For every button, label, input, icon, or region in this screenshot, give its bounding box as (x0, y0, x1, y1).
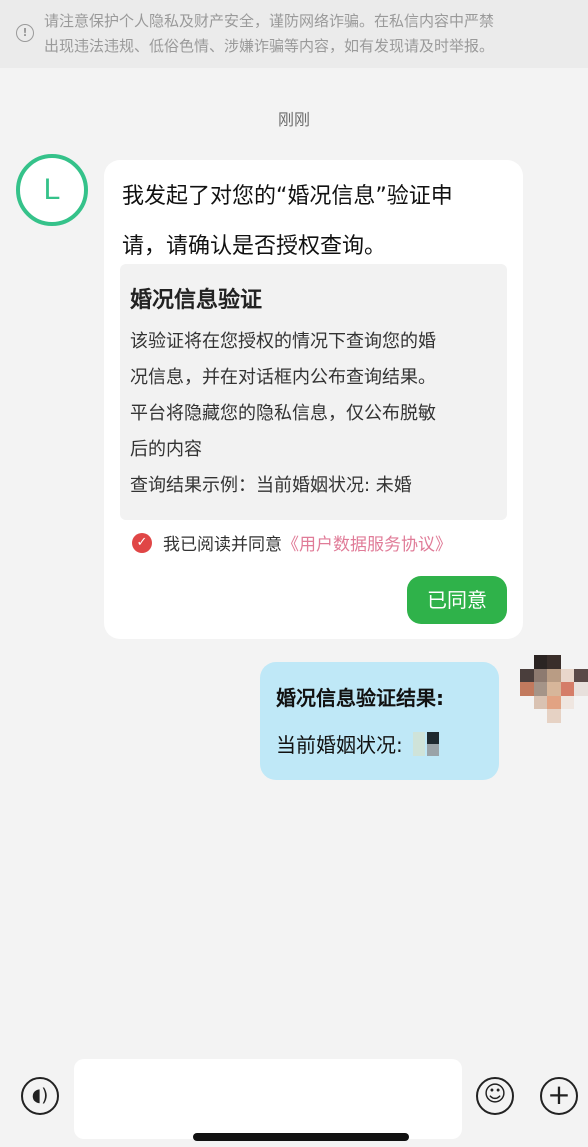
card-example: 查询结果示例：当前婚姻状况: 未婚 (130, 475, 412, 496)
card-body-line-2: 况信息，并在对话框内公布查询结果。 (130, 367, 436, 388)
avatar-pixel (574, 709, 588, 723)
avatar-pixel (520, 668, 534, 683)
avatar-pixel (520, 695, 534, 710)
result-title: 婚况信息验证结果: (276, 686, 444, 710)
avatar-pixel (533, 668, 548, 683)
avatar-pixel (547, 695, 561, 710)
card-body-line-1: 该验证将在您授权的情况下查询您的婚 (130, 331, 436, 352)
avatar-pixel (560, 668, 575, 683)
agreement-text: 我已阅读并同意 (163, 535, 282, 555)
notice-line-2: 出现违法违规、低俗色情、涉嫌诈骗等内容，如有发现请及时举报。 (44, 37, 495, 55)
avatar-pixel (560, 709, 575, 723)
avatar-pixel (547, 709, 561, 723)
avatar-pixel (533, 682, 548, 696)
avatar-pixel (574, 668, 588, 683)
message-timestamp: 刚刚 (277, 110, 310, 129)
user-avatar[interactable] (520, 655, 588, 723)
avatar-pixel (533, 695, 548, 710)
agreement-row[interactable]: ✓ 我已阅读并同意 《用户数据服务协议》 (132, 530, 452, 555)
redacted-pixel (426, 731, 439, 756)
avatar-pixel (574, 655, 588, 669)
sender-avatar[interactable]: L (16, 154, 88, 226)
message-input[interactable] (74, 1059, 462, 1139)
card-body-line-4: 后的内容 (130, 439, 202, 460)
request-text: 我发起了对您的“婚况信息”验证申 请，请确认是否授权查询。 (122, 172, 508, 272)
avatar-pixel (560, 655, 575, 669)
request-text-line-1: 我发起了对您的“婚况信息”验证申 (122, 184, 453, 209)
avatar-pixel (574, 682, 588, 696)
notice-line-1: 请注意保护个人隐私及财产安全，谨防网络诈骗。在私信内容中严禁 (44, 12, 495, 30)
verification-info-card: 婚况信息验证 该验证将在您授权的情况下查询您的婚 况信息，并在对话框内公布查询结… (120, 264, 507, 520)
avatar-pixel (547, 668, 561, 683)
avatar-pixel (574, 695, 588, 710)
result-status-label: 当前婚姻状况: (276, 733, 403, 757)
result-status-line: 当前婚姻状况: (276, 729, 439, 758)
avatar-pixel (520, 709, 534, 723)
emoji-icon[interactable]: ☺ (476, 1077, 514, 1115)
voice-icon[interactable]: ◖) (21, 1077, 59, 1115)
redacted-pixel (412, 731, 425, 756)
avatar-pixel (560, 682, 575, 696)
agreement-link[interactable]: 《用户数据服务协议》 (282, 530, 452, 555)
verification-result-bubble: 婚况信息验证结果: 当前婚姻状况: (260, 662, 499, 780)
avatar-pixel (533, 709, 548, 723)
redacted-status-value (412, 731, 439, 756)
plus-icon[interactable]: + (540, 1077, 578, 1115)
card-body: 该验证将在您授权的情况下查询您的婚 况信息，并在对话框内公布查询结果。 平台将隐… (130, 324, 500, 468)
home-indicator (193, 1133, 409, 1141)
info-circle-icon: ! (16, 24, 34, 42)
avatar-pixel (547, 682, 561, 696)
avatar-pixel (520, 682, 534, 696)
card-body-line-3: 平台将隐藏您的隐私信息，仅公布脱敏 (130, 403, 436, 424)
card-title: 婚况信息验证 (130, 288, 263, 313)
verification-request-bubble: 我发起了对您的“婚况信息”验证申 请，请确认是否授权查询。 婚况信息验证 该验证… (104, 160, 523, 639)
privacy-notice-banner: ! 请注意保护个人隐私及财产安全，谨防网络诈骗。在私信内容中严禁 出现违法违规、… (0, 0, 588, 68)
avatar-pixel (547, 655, 561, 669)
check-circle-icon[interactable]: ✓ (132, 532, 152, 553)
avatar-pixel (533, 655, 548, 669)
avatar-pixel (560, 695, 575, 710)
avatar-pixel (520, 655, 534, 669)
agreed-button[interactable]: 已同意 (407, 576, 507, 624)
